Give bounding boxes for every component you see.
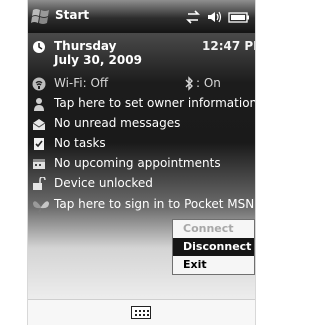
tasks-icon — [34, 138, 44, 150]
tasks-text: No tasks — [54, 136, 106, 150]
title-bar: Start — [28, 0, 255, 33]
msn-butterfly-icon — [33, 201, 49, 214]
soft-key-bar — [28, 299, 255, 325]
owner-row[interactable]: Tap here to set owner information — [28, 94, 255, 114]
context-menu: Connect Disconnect Exit — [172, 219, 255, 275]
calendar-icon — [33, 159, 45, 169]
bluetooth-status: : On — [196, 76, 221, 90]
volume-icon[interactable] — [208, 11, 222, 23]
device-lock-text: Device unlocked — [54, 176, 153, 190]
tasks-row[interactable]: No tasks — [28, 134, 255, 154]
messages-text: No unread messages — [54, 116, 181, 130]
owner-icon — [34, 98, 44, 111]
menu-item-exit[interactable]: Exit — [173, 256, 254, 274]
appointments-text: No upcoming appointments — [54, 156, 221, 170]
envelope-icon — [32, 119, 46, 130]
connectivity-icon[interactable] — [186, 10, 200, 24]
date-row[interactable]: Thursday July 30, 2009 12:47 PM — [28, 33, 255, 69]
appointments-row[interactable]: No upcoming appointments — [28, 154, 255, 174]
owner-info-text: Tap here to set owner information — [54, 96, 256, 110]
device-lock-row[interactable]: Device unlocked — [28, 174, 255, 194]
messages-row[interactable]: No unread messages — [28, 114, 255, 134]
time-label: 12:47 PM — [202, 39, 255, 53]
keyboard-icon[interactable] — [131, 306, 151, 319]
bluetooth-icon — [185, 76, 193, 91]
unlocked-padlock-icon — [33, 177, 46, 190]
status-icons — [186, 10, 249, 24]
wireless-icon — [32, 77, 46, 91]
start-menu-label[interactable]: Start — [55, 8, 89, 22]
device-screen: Start Thursday July 30, 2009 12:47 P Wi-… — [27, 0, 256, 325]
date-label: July 30, 2009 — [54, 53, 142, 67]
msn-row[interactable]: Tap here to sign in to Pocket MSN! — [28, 195, 255, 217]
wireless-row[interactable]: Wi-Fi: Off : On — [28, 74, 255, 94]
clock-icon — [33, 41, 45, 53]
msn-sign-in-text: Tap here to sign in to Pocket MSN! — [54, 197, 256, 211]
battery-icon[interactable] — [228, 12, 249, 23]
wifi-status: Wi-Fi: Off — [54, 76, 109, 90]
day-label: Thursday — [54, 39, 117, 53]
menu-item-connect[interactable]: Connect — [173, 220, 254, 238]
menu-item-disconnect[interactable]: Disconnect — [173, 238, 254, 256]
windows-start-icon[interactable] — [31, 5, 51, 27]
